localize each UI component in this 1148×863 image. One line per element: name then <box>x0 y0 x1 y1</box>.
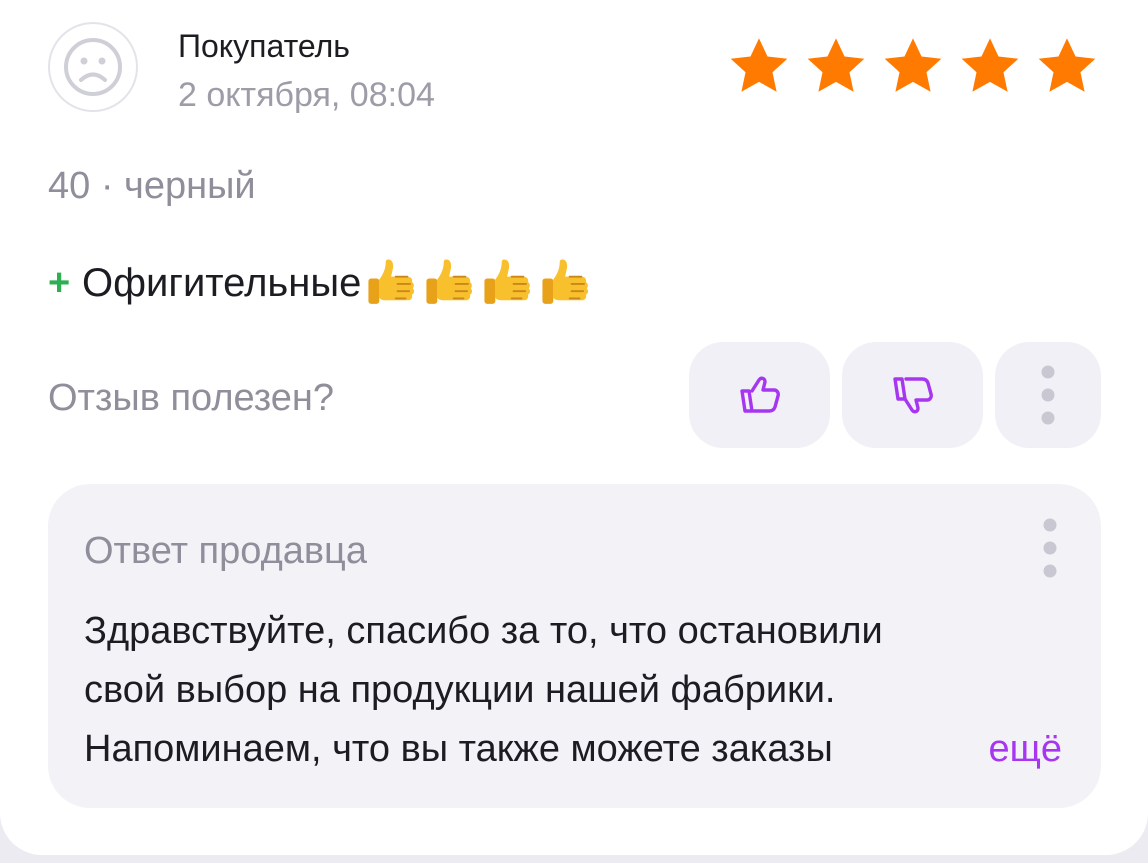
seller-reply-title: Ответ продавца <box>84 530 367 572</box>
more-vertical-icon <box>1041 365 1055 425</box>
helpful-question: Отзыв полезен? <box>48 377 335 419</box>
thumbs-up-emoji <box>542 259 589 304</box>
thumbs-up-emoji <box>426 259 473 304</box>
seller-reply: Ответ продавца Здравствуйте, спасибо за … <box>48 484 1101 808</box>
thumbs-up-icon <box>739 376 780 413</box>
review-date: 2 октября, 08:04 <box>178 76 435 114</box>
pros-emoji-row <box>363 254 595 312</box>
seller-reply-text: Здравствуйте, спасибо за то, что останов… <box>84 602 1074 779</box>
user-avatar-icon <box>48 22 138 112</box>
reply-more-button[interactable] <box>1032 510 1068 586</box>
pros-text: Офигительные <box>82 261 362 305</box>
more-vertical-icon <box>1043 518 1057 578</box>
review-author: Покупатель <box>178 28 350 64</box>
star-icon <box>730 38 788 92</box>
reply-line: свой выбор на продукции нашей фабрики. <box>84 669 836 711</box>
star-icon <box>961 38 1019 92</box>
pros-plus-marker: + <box>48 262 71 304</box>
review-card: Покупатель 2 октября, 08:04 40 · черный … <box>0 0 1148 855</box>
reply-line: Здравствуйте, спасибо за то, что останов… <box>84 610 883 652</box>
star-icon <box>807 38 865 92</box>
star-icon <box>884 38 942 92</box>
thumbs-up-emoji <box>368 259 415 304</box>
reply-line: Напоминаем, что вы также можете заказы <box>84 728 833 770</box>
review-pros: + Офигительные <box>48 254 595 312</box>
star-icon <box>1038 38 1096 92</box>
thumbs-up-emoji <box>484 259 531 304</box>
reply-line-truncated: Напоминаем, что вы также можете заказы е… <box>84 720 1074 779</box>
product-variant: 40 · черный <box>48 165 256 207</box>
review-more-button[interactable] <box>995 342 1101 448</box>
like-button[interactable] <box>689 342 830 448</box>
thumbs-down-icon <box>892 377 933 414</box>
rating-stars <box>726 34 1100 100</box>
show-more-link[interactable]: ещё <box>928 720 1062 779</box>
dislike-button[interactable] <box>842 342 983 448</box>
